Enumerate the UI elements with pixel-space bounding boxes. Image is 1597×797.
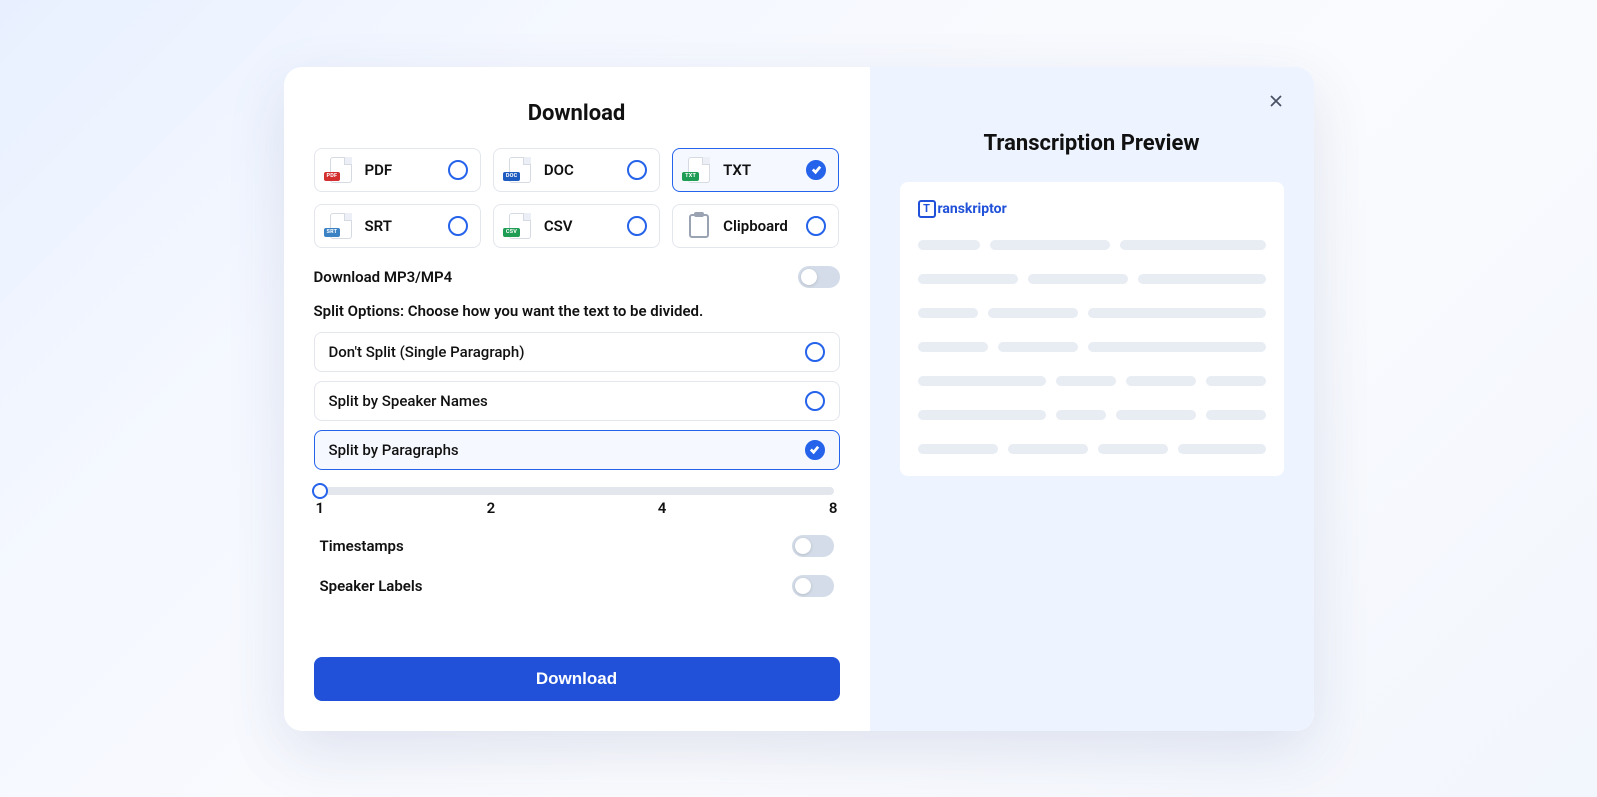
srt-file-icon: SRT bbox=[327, 212, 355, 240]
radio-txt[interactable] bbox=[806, 160, 826, 180]
download-media-label: Download MP3/MP4 bbox=[314, 268, 453, 286]
slider-tick-8: 8 bbox=[829, 499, 838, 517]
timestamps-label: Timestamps bbox=[320, 537, 404, 555]
radio-clipboard[interactable] bbox=[806, 216, 826, 236]
csv-file-icon: CSV bbox=[506, 212, 534, 240]
slider-tick-1: 1 bbox=[316, 499, 325, 517]
download-media-toggle[interactable] bbox=[798, 266, 840, 288]
skeleton-bar bbox=[1206, 376, 1266, 386]
clipboard-icon bbox=[685, 212, 713, 240]
skeleton-bar bbox=[1178, 444, 1266, 454]
format-label-txt: TXT bbox=[723, 161, 796, 179]
slider-track[interactable] bbox=[320, 487, 834, 495]
skeleton-bar bbox=[1088, 342, 1266, 352]
download-button[interactable]: Download bbox=[314, 657, 840, 701]
txt-file-icon: TXT bbox=[685, 156, 713, 184]
skeleton-row bbox=[918, 444, 1266, 454]
format-label-doc: DOC bbox=[544, 161, 617, 179]
download-title: Download bbox=[314, 101, 840, 126]
skeleton-bar bbox=[1126, 376, 1196, 386]
brand-text: ranskriptor bbox=[938, 201, 1007, 217]
slider-thumb[interactable] bbox=[312, 483, 328, 499]
skeleton-bar bbox=[1056, 376, 1116, 386]
skeleton-bar bbox=[1138, 274, 1266, 284]
skeleton-bar bbox=[1056, 410, 1106, 420]
timestamps-row: Timestamps bbox=[320, 535, 834, 557]
skeleton-row bbox=[918, 240, 1266, 250]
radio-csv[interactable] bbox=[627, 216, 647, 236]
skeleton-bar bbox=[918, 444, 998, 454]
pdf-file-icon: PDF bbox=[327, 156, 355, 184]
skeleton-bar bbox=[988, 308, 1078, 318]
skeleton-bar bbox=[918, 308, 978, 318]
skeleton-bar bbox=[990, 240, 1110, 250]
speaker-labels-toggle[interactable] bbox=[792, 575, 834, 597]
slider-labels: 1 2 4 8 bbox=[314, 499, 840, 517]
skeleton-bar bbox=[1206, 410, 1266, 420]
split-option-speaker[interactable]: Split by Speaker Names bbox=[314, 381, 840, 421]
download-modal: Download PDF PDF DOC DOC bbox=[284, 67, 1314, 731]
speaker-labels-row: Speaker Labels bbox=[320, 575, 834, 597]
preview-panel: Transcription Preview T ranskriptor bbox=[870, 67, 1314, 731]
skeleton-row bbox=[918, 410, 1266, 420]
skeleton-bar bbox=[1088, 308, 1266, 318]
skeleton-bar bbox=[1116, 410, 1196, 420]
slider-tick-2: 2 bbox=[487, 499, 496, 517]
radio-srt[interactable] bbox=[448, 216, 468, 236]
format-option-doc[interactable]: DOC DOC bbox=[493, 148, 660, 192]
toggles-block: Timestamps Speaker Labels bbox=[314, 535, 840, 615]
format-label-pdf: PDF bbox=[365, 161, 438, 179]
download-media-row: Download MP3/MP4 bbox=[314, 266, 840, 288]
slider-tick-4: 4 bbox=[658, 499, 667, 517]
skeleton-bar bbox=[918, 240, 980, 250]
skeleton-bar bbox=[918, 410, 1046, 420]
skeleton-bar bbox=[918, 376, 1046, 386]
skeleton-row bbox=[918, 274, 1266, 284]
format-label-clipboard: Clipboard bbox=[723, 217, 796, 235]
skeleton-bar bbox=[918, 342, 988, 352]
radio-split-speaker[interactable] bbox=[805, 391, 825, 411]
preview-card: T ranskriptor bbox=[900, 182, 1284, 476]
skeleton-bar bbox=[918, 274, 1018, 284]
speaker-labels-label: Speaker Labels bbox=[320, 577, 423, 595]
split-option-single[interactable]: Don't Split (Single Paragraph) bbox=[314, 332, 840, 372]
format-grid: PDF PDF DOC DOC TXT TXT bbox=[314, 148, 840, 248]
format-option-csv[interactable]: CSV CSV bbox=[493, 204, 660, 248]
split-label-paragraphs: Split by Paragraphs bbox=[329, 441, 459, 459]
format-option-clipboard[interactable]: Clipboard bbox=[672, 204, 839, 248]
split-label-single: Don't Split (Single Paragraph) bbox=[329, 343, 525, 361]
brand-logo: T ranskriptor bbox=[918, 200, 1266, 218]
radio-doc[interactable] bbox=[627, 160, 647, 180]
radio-split-paragraphs[interactable] bbox=[805, 440, 825, 460]
close-icon[interactable] bbox=[1264, 89, 1288, 113]
skeleton-bar bbox=[998, 342, 1078, 352]
skeleton-bar bbox=[1120, 240, 1266, 250]
format-option-txt[interactable]: TXT TXT bbox=[672, 148, 839, 192]
format-label-csv: CSV bbox=[544, 217, 617, 235]
skeleton-bar bbox=[1028, 274, 1128, 284]
format-option-srt[interactable]: SRT SRT bbox=[314, 204, 481, 248]
skeleton-row bbox=[918, 376, 1266, 386]
brand-mark-icon: T bbox=[918, 200, 936, 218]
download-panel: Download PDF PDF DOC DOC bbox=[284, 67, 870, 731]
split-label-speaker: Split by Speaker Names bbox=[329, 392, 488, 410]
paragraph-slider: 1 2 4 8 bbox=[314, 481, 840, 517]
skeleton-row bbox=[918, 308, 1266, 318]
skeleton-bar bbox=[1008, 444, 1088, 454]
format-label-srt: SRT bbox=[365, 217, 438, 235]
doc-file-icon: DOC bbox=[506, 156, 534, 184]
radio-pdf[interactable] bbox=[448, 160, 468, 180]
timestamps-toggle[interactable] bbox=[792, 535, 834, 557]
radio-split-single[interactable] bbox=[805, 342, 825, 362]
format-option-pdf[interactable]: PDF PDF bbox=[314, 148, 481, 192]
skeleton-row bbox=[918, 342, 1266, 352]
split-header: Split Options: Choose how you want the t… bbox=[314, 302, 840, 320]
split-option-paragraphs[interactable]: Split by Paragraphs bbox=[314, 430, 840, 470]
skeleton-bar bbox=[1098, 444, 1168, 454]
preview-title: Transcription Preview bbox=[900, 131, 1284, 156]
